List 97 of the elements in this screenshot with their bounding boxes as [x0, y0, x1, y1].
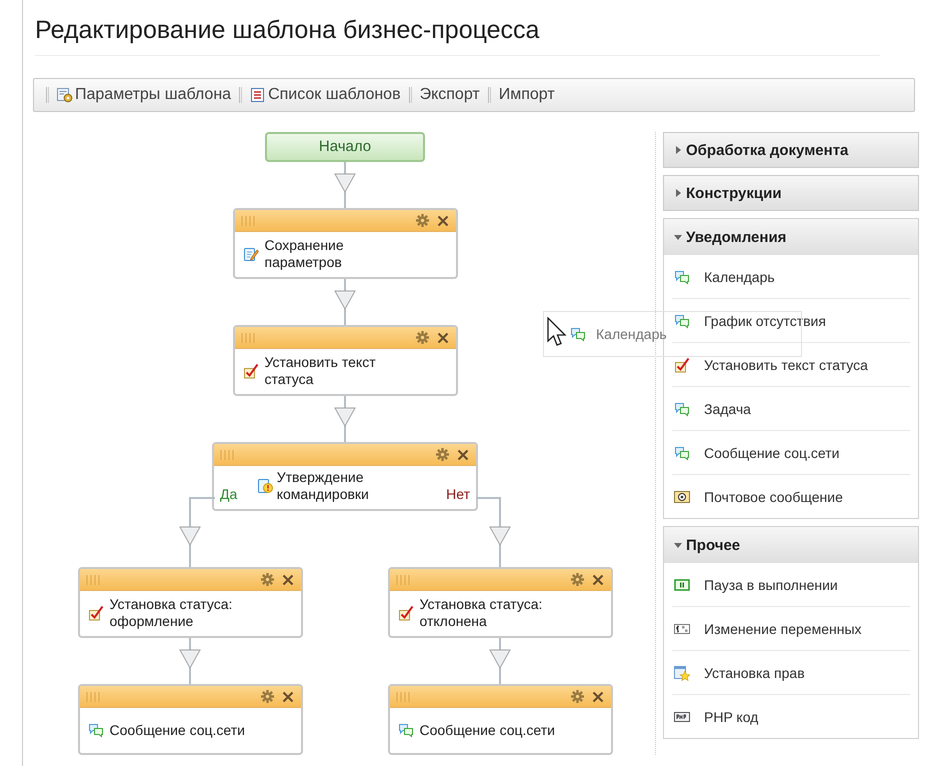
document-pencil-icon: [242, 246, 258, 262]
settings-icon[interactable]: [416, 214, 428, 227]
settings-icon[interactable]: [416, 331, 428, 344]
section-header[interactable]: Уведомления: [664, 219, 918, 255]
branch-label: Нет: [446, 486, 470, 503]
node-label: Установить текст статуса: [264, 354, 377, 388]
close-icon[interactable]: [436, 332, 448, 344]
node-header[interactable]: [234, 210, 456, 232]
chat-bubbles-icon: [570, 326, 586, 342]
connector-arrow: [488, 638, 512, 684]
node-label: Утверждение командировки: [276, 469, 370, 503]
close-icon[interactable]: [592, 690, 604, 702]
activity-node[interactable]: Сообщение соц.сети: [78, 684, 302, 755]
grip-icon: [86, 692, 100, 702]
toolbar-button[interactable]: Импорт: [494, 86, 559, 104]
connector-arrow: [179, 497, 215, 567]
node-header[interactable]: [390, 569, 610, 591]
node-label: Сообщение соц.сети: [110, 722, 245, 738]
activity-node[interactable]: Установка статуса: отклонена: [388, 567, 612, 638]
palette-item[interactable]: Изменение переменных: [672, 607, 910, 651]
settings-icon[interactable]: [570, 573, 584, 586]
settings-icon[interactable]: [570, 690, 584, 703]
close-icon[interactable]: [457, 448, 469, 460]
palette-item[interactable]: Календарь: [672, 255, 910, 299]
settings-icon[interactable]: [260, 573, 274, 586]
condition-node[interactable]: Да Утверждение командировки Нет: [212, 442, 478, 511]
node-label: Сообщение соц.сети: [420, 722, 555, 738]
connector-arrow: [476, 497, 512, 567]
node-header[interactable]: [80, 686, 300, 708]
chat-bubbles-icon: [674, 268, 690, 284]
palette-item[interactable]: Установить текст статуса: [672, 343, 910, 387]
caret-right-icon: [674, 146, 682, 154]
section-header[interactable]: Конструкции: [663, 175, 919, 211]
close-icon[interactable]: [282, 690, 294, 702]
checkbox-tick-icon: [242, 363, 258, 379]
palette-item[interactable]: Задача: [672, 387, 910, 431]
section-title: Уведомления: [686, 228, 786, 246]
branch-label: Да: [220, 486, 238, 503]
section-header[interactable]: Прочее: [664, 527, 918, 563]
connector-arrow: [333, 396, 357, 442]
section-title: Прочее: [686, 536, 740, 554]
document-list-icon: [250, 87, 266, 103]
caret-right-icon: [674, 189, 682, 197]
node-header[interactable]: [234, 327, 456, 349]
chat-bubbles-icon: [88, 722, 104, 738]
node-header[interactable]: [214, 444, 476, 466]
start-node[interactable]: Начало: [265, 132, 425, 162]
activity-node[interactable]: Установка статуса: оформление: [78, 567, 302, 638]
chat-bubbles-icon: [674, 400, 690, 416]
close-icon[interactable]: [592, 574, 604, 586]
checkbox-tick-icon: [398, 605, 414, 621]
grip-icon: [396, 692, 410, 702]
grip-icon: [396, 574, 410, 584]
toolbar-button[interactable]: Параметры шаблона: [53, 86, 236, 104]
grip-icon: [240, 332, 254, 342]
window-star-icon: [674, 664, 690, 680]
connector-arrow: [178, 638, 202, 684]
palette-item[interactable]: Почтовое сообщение: [672, 475, 910, 518]
activity-node[interactable]: Установить текст статуса: [232, 325, 458, 396]
node-header[interactable]: [390, 686, 610, 708]
checkbox-tick-icon: [674, 356, 690, 372]
drag-label: Календарь: [596, 326, 667, 342]
page-title: Редактирование шаблона бизнес-процесса: [35, 0, 880, 56]
settings-icon[interactable]: [436, 448, 449, 461]
grip-icon: [240, 216, 254, 226]
section-header[interactable]: Обработка документа: [663, 132, 919, 168]
chat-bubbles-icon: [398, 722, 414, 738]
close-icon[interactable]: [282, 574, 294, 586]
node-label: Сохранение параметров: [264, 237, 345, 271]
activity-node[interactable]: Сохранение параметров: [232, 208, 458, 279]
connector-arrow: [333, 279, 357, 325]
chat-bubbles-icon: [674, 444, 690, 460]
node-label: Установка статуса: оформление: [110, 596, 234, 630]
node-header[interactable]: [80, 569, 300, 591]
toolbar-button[interactable]: Экспорт: [416, 86, 484, 104]
palette-item[interactable]: График отсутствия: [672, 299, 910, 343]
caret-down-icon: [674, 541, 682, 549]
caret-down-icon: [674, 233, 682, 241]
palette-item[interactable]: Сообщение соц.сети: [672, 431, 910, 475]
palette-item[interactable]: PHP код: [672, 695, 910, 738]
close-icon[interactable]: [436, 214, 448, 226]
section-title: Обработка документа: [686, 142, 848, 158]
palette-item[interactable]: Пауза в выполнении: [672, 563, 910, 607]
document-alert-icon: [256, 478, 273, 494]
grip-icon: [86, 574, 100, 584]
pause-icon: [674, 576, 690, 592]
document-gear-icon: [57, 87, 73, 103]
chat-bubbles-icon: [674, 312, 690, 328]
toolbar-button[interactable]: Список шаблонов: [246, 86, 405, 104]
connector-arrow: [333, 162, 357, 208]
checkbox-tick-icon: [88, 605, 104, 621]
palette-item[interactable]: Установка прав: [672, 651, 910, 695]
node-label: Установка статуса: отклонена: [420, 596, 544, 630]
grip-icon: [220, 450, 234, 460]
activity-node[interactable]: Сообщение соц.сети: [388, 684, 612, 755]
section-title: Конструкции: [686, 184, 782, 202]
settings-icon[interactable]: [260, 690, 274, 703]
